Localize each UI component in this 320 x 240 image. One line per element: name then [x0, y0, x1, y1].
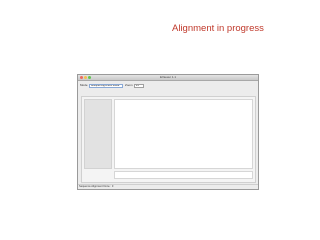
slide-title: Alignment in progress: [172, 23, 264, 34]
sequence-list-panel[interactable]: [84, 99, 112, 169]
zoom-label: Zoom: [125, 83, 133, 87]
status-text: Sequence Alignment Done : 0: [79, 185, 114, 188]
mode-select[interactable]: Multiple Alignment Mode: [89, 84, 123, 88]
window-title: EViewer 1.1: [159, 75, 177, 79]
toolbar: Mode Multiple Alignment Mode Zoom 25: [78, 81, 258, 90]
mode-label: Mode: [80, 83, 88, 87]
bottom-text-field[interactable]: [114, 171, 253, 179]
app-window: EViewer 1.1 Mode Multiple Alignment Mode…: [77, 74, 259, 190]
alignment-view-panel[interactable]: [114, 99, 253, 169]
zoom-select[interactable]: 25: [134, 84, 144, 88]
status-bar: Sequence Alignment Done : 0: [78, 184, 258, 189]
content-area: [81, 96, 256, 183]
